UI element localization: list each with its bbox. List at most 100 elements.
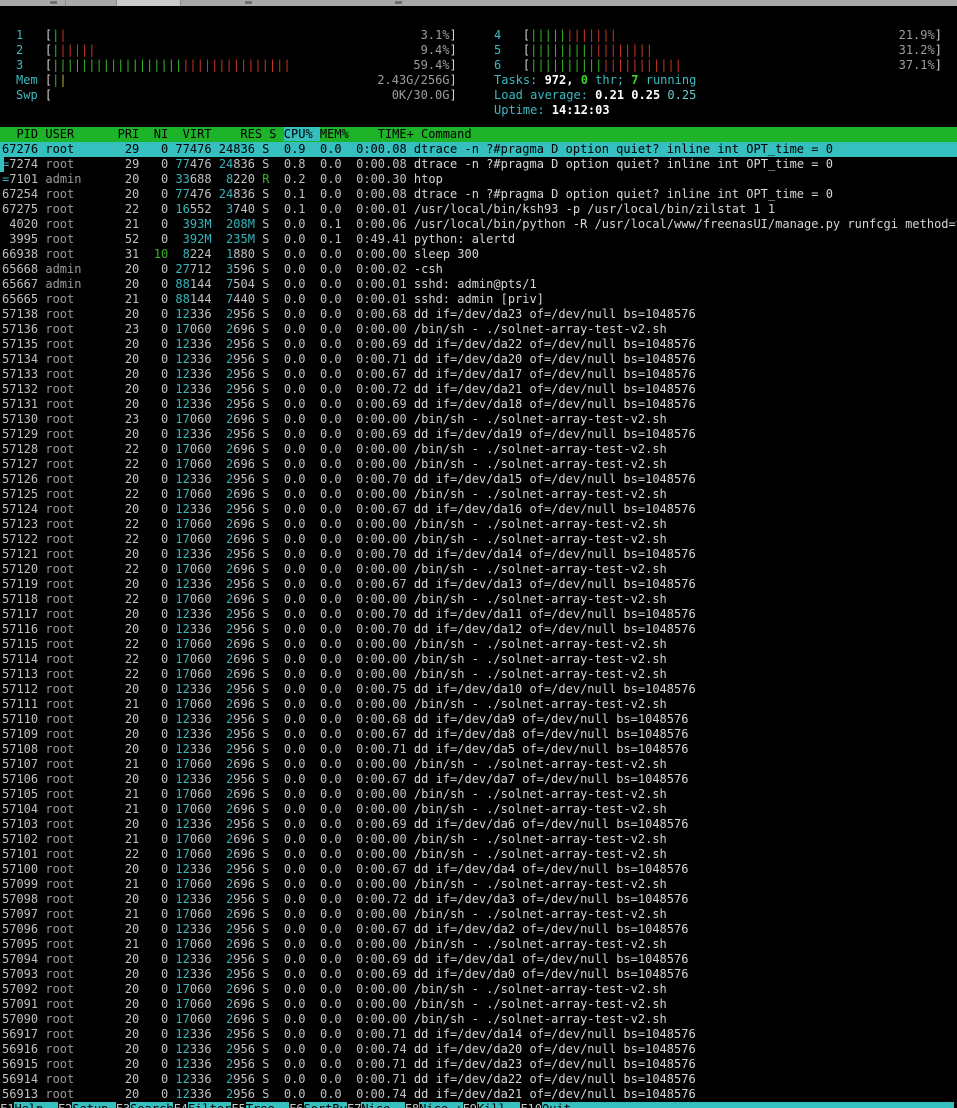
terminal-tab-bar[interactable] <box>0 0 957 6</box>
fnlabel-nice-[interactable]: Nice - <box>361 1102 405 1108</box>
process-row[interactable]: 57111 root 21 0 17060 2696 S 0.0 0.0 0:0… <box>0 697 957 712</box>
process-row[interactable]: 57123 root 22 0 17060 2696 S 0.0 0.0 0:0… <box>0 517 957 532</box>
process-row[interactable]: 4020 root 21 0 393M 208M S 0.0 0.1 0:00.… <box>0 217 957 232</box>
process-row[interactable]: 57125 root 22 0 17060 2696 S 0.0 0.0 0:0… <box>0 487 957 502</box>
process-row[interactable]: 57127 root 22 0 17060 2696 S 0.0 0.0 0:0… <box>0 457 957 472</box>
fnlabel-nice-[interactable]: Nice + <box>419 1102 463 1108</box>
process-row[interactable]: 57129 root 20 0 12336 2956 S 0.0 0.0 0:0… <box>0 427 957 442</box>
process-row[interactable]: 57128 root 22 0 17060 2696 S 0.0 0.0 0:0… <box>0 442 957 457</box>
fnlabel-search[interactable]: Search <box>130 1102 174 1108</box>
process-command: dd if=/dev/da22 of=/dev/null bs=1048576 <box>406 337 696 351</box>
process-row[interactable]: 67254 root 20 0 77476 24836 S 0.1 0.0 0:… <box>0 187 957 202</box>
process-row[interactable]: 57098 root 20 0 12336 2956 S 0.0 0.0 0:0… <box>0 892 957 907</box>
fnlabel-quit[interactable]: Quit <box>542 1102 586 1108</box>
meter-value: 21.9% <box>898 28 935 42</box>
process-row[interactable]: =7101 admin 20 0 33688 8220 R 0.2 0.0 0:… <box>0 172 957 187</box>
process-row[interactable]: 56917 root 20 0 12336 2956 S 0.0 0.0 0:0… <box>0 1027 957 1042</box>
process-row[interactable]: 57115 root 22 0 17060 2696 S 0.0 0.0 0:0… <box>0 637 957 652</box>
process-row[interactable]: 57119 root 20 0 12336 2956 S 0.0 0.0 0:0… <box>0 577 957 592</box>
process-row[interactable]: 56914 root 20 0 12336 2956 S 0.0 0.0 0:0… <box>0 1072 957 1087</box>
process-row[interactable]: 57094 root 20 0 12336 2956 S 0.0 0.0 0:0… <box>0 952 957 967</box>
fnkey-f10[interactable]: F10 <box>520 1102 542 1108</box>
process-row[interactable]: 57102 root 21 0 17060 2696 S 0.0 0.0 0:0… <box>0 832 957 847</box>
fnlabel-help[interactable]: Help <box>14 1102 58 1108</box>
table-header-row[interactable]: PID USER PRI NI VIRT RES S CPU% MEM% TIM… <box>0 127 957 142</box>
process-row[interactable]: 57136 root 23 0 17060 2696 S 0.0 0.0 0:0… <box>0 322 957 337</box>
process-row[interactable]: 57117 root 20 0 12336 2956 S 0.0 0.0 0:0… <box>0 607 957 622</box>
process-command: dd if=/dev/da2 of=/dev/null bs=1048576 <box>406 922 689 936</box>
meter-cpu6: 6 [||||||||||||||||||||| 37.1%] <box>494 58 942 73</box>
process-row[interactable]: 57092 root 20 0 17060 2696 S 0.0 0.0 0:0… <box>0 982 957 997</box>
process-command: /bin/sh - ./solnet-array-test-v2.sh <box>406 592 667 606</box>
process-row[interactable]: 57120 root 22 0 17060 2696 S 0.0 0.0 0:0… <box>0 562 957 577</box>
meter-mem: Mem [|| 2.43G/256G] <box>16 73 457 88</box>
process-row[interactable]: 57093 root 20 0 12336 2956 S 0.0 0.0 0:0… <box>0 967 957 982</box>
fnkey-f2[interactable]: F2 <box>57 1102 73 1108</box>
process-row[interactable]: 57104 root 21 0 17060 2696 S 0.0 0.0 0:0… <box>0 802 957 817</box>
terminal-window: 1 [|| 3.1%] 2 [|||||| 9.4%] 3 [|||||||||||… <box>0 0 957 1108</box>
process-row[interactable]: 57122 root 22 0 17060 2696 S 0.0 0.0 0:0… <box>0 532 957 547</box>
process-row[interactable]: 57106 root 20 0 12336 2956 S 0.0 0.0 0:0… <box>0 772 957 787</box>
process-row[interactable]: 57132 root 20 0 12336 2956 S 0.0 0.0 0:0… <box>0 382 957 397</box>
process-row[interactable]: 57095 root 21 0 17060 2696 S 0.0 0.0 0:0… <box>0 937 957 952</box>
process-command: /bin/sh - ./solnet-array-test-v2.sh <box>406 877 667 891</box>
process-row[interactable]: 56913 root 20 0 12336 2956 S 0.0 0.0 0:0… <box>0 1087 957 1102</box>
process-row[interactable]: 57126 root 20 0 12336 2956 S 0.0 0.0 0:0… <box>0 472 957 487</box>
process-row[interactable]: 57113 root 22 0 17060 2696 S 0.0 0.0 0:0… <box>0 667 957 682</box>
process-row[interactable]: 57101 root 22 0 17060 2696 S 0.0 0.0 0:0… <box>0 847 957 862</box>
fnlabel-sortby[interactable]: SortBy <box>303 1102 347 1108</box>
process-row[interactable]: 67276 root 29 0 77476 24836 S 0.9 0.0 0:… <box>0 142 957 157</box>
process-row[interactable]: 57107 root 21 0 17060 2696 S 0.0 0.0 0:0… <box>0 757 957 772</box>
fnkey-f5[interactable]: F5 <box>231 1102 246 1108</box>
process-row[interactable]: 57109 root 20 0 12336 2956 S 0.0 0.0 0:0… <box>0 727 957 742</box>
process-row[interactable]: 57116 root 20 0 12336 2956 S 0.0 0.0 0:0… <box>0 622 957 637</box>
process-row[interactable]: 57112 root 20 0 12336 2956 S 0.0 0.0 0:0… <box>0 682 957 697</box>
process-row[interactable]: 57130 root 23 0 17060 2696 S 0.0 0.0 0:0… <box>0 412 957 427</box>
process-row[interactable]: 57135 root 20 0 12336 2956 S 0.0 0.0 0:0… <box>0 337 957 352</box>
fnkey-f8[interactable]: F8 <box>404 1102 420 1108</box>
fnlabel-kill[interactable]: Kill <box>476 1102 521 1108</box>
process-row[interactable]: 57096 root 20 0 12336 2956 S 0.0 0.0 0:0… <box>0 922 957 937</box>
process-row[interactable]: 57091 root 20 0 17060 2696 S 0.0 0.0 0:0… <box>0 997 957 1012</box>
process-row[interactable]: 57110 root 20 0 12336 2956 S 0.0 0.0 0:0… <box>0 712 957 727</box>
sort-column-header[interactable]: CPU% <box>283 127 320 141</box>
process-row[interactable]: 57114 root 22 0 17060 2696 S 0.0 0.0 0:0… <box>0 652 957 667</box>
fnkey-f1[interactable]: F1 <box>0 1102 15 1108</box>
process-row[interactable]: 57090 root 20 0 17060 2696 S 0.0 0.0 0:0… <box>0 1012 957 1027</box>
process-row[interactable]: 57108 root 20 0 12336 2956 S 0.0 0.0 0:0… <box>0 742 957 757</box>
process-row[interactable]: 65665 root 21 0 88144 7440 S 0.0 0.0 0:0… <box>0 292 957 307</box>
process-command: /bin/sh - ./solnet-array-test-v2.sh <box>406 637 667 651</box>
process-row[interactable]: 57121 root 20 0 12336 2956 S 0.0 0.0 0:0… <box>0 547 957 562</box>
process-command: /usr/local/bin/ksh93 -p /usr/local/bin/z… <box>406 202 776 216</box>
process-row[interactable]: 57099 root 21 0 17060 2696 S 0.0 0.0 0:0… <box>0 877 957 892</box>
process-row[interactable]: 57100 root 20 0 12336 2956 S 0.0 0.0 0:0… <box>0 862 957 877</box>
process-row[interactable]: 3995 root 52 0 392M 235M S 0.0 0.1 0:49.… <box>0 232 957 247</box>
fnlabel-setup[interactable]: Setup <box>72 1102 116 1108</box>
process-row[interactable]: 57097 root 21 0 17060 2696 S 0.0 0.0 0:0… <box>0 907 957 922</box>
process-row[interactable]: 57103 root 20 0 12336 2956 S 0.0 0.0 0:0… <box>0 817 957 832</box>
process-row[interactable]: 57124 root 20 0 12336 2956 S 0.0 0.0 0:0… <box>0 502 957 517</box>
function-key-bar[interactable]: F1Help F2Setup F3SearchF4FilterF5Tree F6… <box>0 1102 957 1108</box>
fnlabel-tree[interactable]: Tree <box>245 1102 290 1108</box>
fnkey-f3[interactable]: F3 <box>115 1102 131 1108</box>
tab-mark <box>50 1 57 4</box>
fnkey-f6[interactable]: F6 <box>289 1102 304 1108</box>
process-row[interactable]: =7274 root 29 0 77476 24836 S 0.8 0.0 0:… <box>0 157 957 172</box>
process-row[interactable]: 57133 root 20 0 12336 2956 S 0.0 0.0 0:0… <box>0 367 957 382</box>
fnlabel-filter[interactable]: Filter <box>187 1102 232 1108</box>
fnkey-f4[interactable]: F4 <box>173 1102 188 1108</box>
process-row[interactable]: 65667 admin 20 0 88144 7504 S 0.0 0.0 0:… <box>0 277 957 292</box>
process-row[interactable]: 57105 root 21 0 17060 2696 S 0.0 0.0 0:0… <box>0 787 957 802</box>
process-row[interactable]: 57118 root 22 0 17060 2696 S 0.0 0.0 0:0… <box>0 592 957 607</box>
active-tab[interactable] <box>116 0 180 6</box>
process-row[interactable]: 56916 root 20 0 12336 2956 S 0.0 0.0 0:0… <box>0 1042 957 1057</box>
process-row[interactable]: 65668 admin 20 0 27712 3596 S 0.0 0.0 0:… <box>0 262 957 277</box>
process-row[interactable]: 57134 root 20 0 12336 2956 S 0.0 0.0 0:0… <box>0 352 957 367</box>
process-row[interactable]: 56915 root 20 0 12336 2956 S 0.0 0.0 0:0… <box>0 1057 957 1072</box>
fnkey-f7[interactable]: F7 <box>346 1102 362 1108</box>
process-row[interactable]: 66938 root 31 10 8224 1880 S 0.0 0.0 0:0… <box>0 247 957 262</box>
process-row[interactable]: 67275 root 22 0 16552 3740 S 0.1 0.0 0:0… <box>0 202 957 217</box>
process-row[interactable]: 57131 root 20 0 12336 2956 S 0.0 0.0 0:0… <box>0 397 957 412</box>
process-row[interactable]: 57138 root 20 0 12336 2956 S 0.0 0.0 0:0… <box>0 307 957 322</box>
fnkey-f9[interactable]: F9 <box>462 1102 477 1108</box>
